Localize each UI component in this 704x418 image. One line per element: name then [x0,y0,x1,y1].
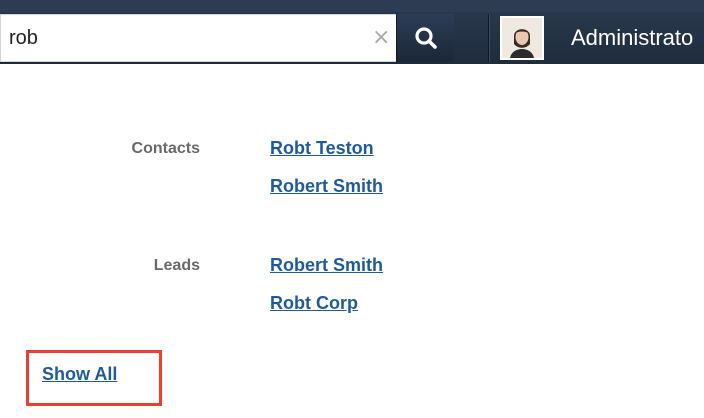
show-all-link[interactable]: Show All [42,364,117,385]
section-label-contacts: Contacts [131,140,200,157]
search-button[interactable] [396,14,454,62]
global-search-page: × Administrato Contacts Robt Teston Robe… [0,0,704,418]
search-input[interactable] [9,23,359,53]
result-link[interactable]: Robt Teston [270,138,374,159]
user-menu-name[interactable]: Administrato [571,24,693,52]
avatar[interactable] [500,16,544,60]
header-divider [488,14,489,62]
result-link[interactable]: Robt Corp [270,293,358,314]
search-box: × [0,14,454,62]
header-accent [0,0,704,12]
search-icon [415,27,437,49]
result-link[interactable]: Robert Smith [270,255,383,276]
section-label-leads: Leads [153,257,200,274]
avatar-image [502,18,542,58]
search-results-dropdown: Contacts Robt Teston Robert Smith Leads … [0,64,704,418]
result-link[interactable]: Robert Smith [270,176,383,197]
header-bar: × Administrato [0,0,704,64]
close-icon[interactable]: × [372,24,390,52]
